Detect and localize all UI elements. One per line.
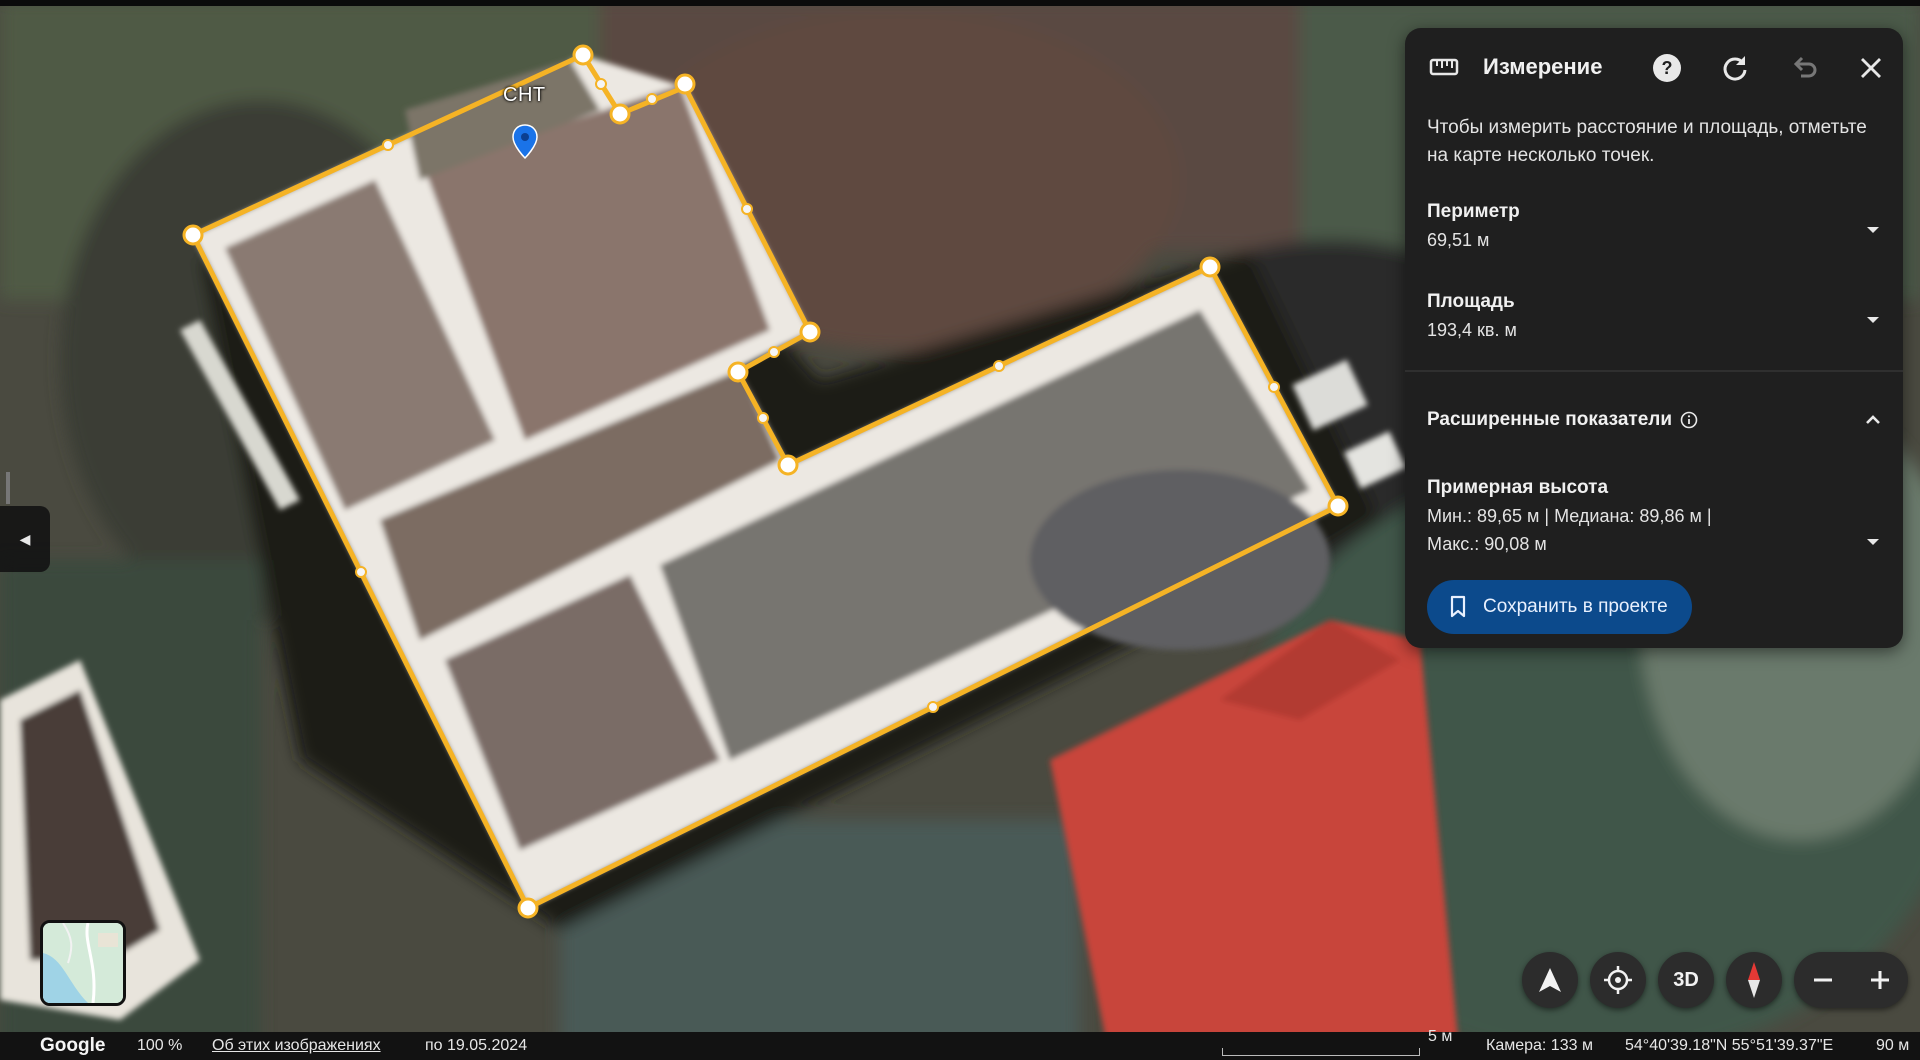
compass-icon	[1748, 962, 1760, 998]
help-icon: ?	[1653, 54, 1681, 82]
save-button-label: Сохранить в проекте	[1483, 596, 1668, 617]
plus-icon	[1870, 971, 1889, 989]
imagery-date: по 19.05.2024	[425, 1037, 528, 1054]
side-panel-toggle[interactable]: ◀	[0, 506, 50, 572]
map-viewport[interactable]: ◀ СНТ Измерение ? Чтобы измерить расстоя…	[0, 0, 1920, 1060]
perimeter-row[interactable]: Периметр 69,51 м	[1427, 198, 1883, 262]
panel-header: Измерение ?	[1405, 28, 1903, 108]
zoom-controls	[1794, 952, 1908, 1008]
refresh-icon	[1723, 56, 1747, 81]
close-icon	[1861, 58, 1881, 78]
toggle-3d-button[interactable]: 3D	[1658, 952, 1714, 1008]
top-strip	[0, 0, 1920, 6]
camera-altitude: Камера: 133 м	[1486, 1037, 1593, 1054]
ground-altitude: 90 м	[1876, 1037, 1910, 1054]
measurement-panel: Измерение ? Чтобы измерить расстояние и …	[1405, 28, 1903, 648]
locate-icon	[1604, 966, 1632, 994]
chevron-down-icon[interactable]	[1863, 532, 1883, 552]
height-values-line2: Макс.: 90,08 м	[1427, 534, 1547, 554]
chevron-up-icon[interactable]	[1863, 410, 1883, 430]
minus-icon	[1813, 978, 1832, 982]
zoom-out-button[interactable]	[1794, 952, 1851, 1008]
chevron-left-icon: ◀	[19, 530, 31, 547]
map-type-thumbnail[interactable]	[40, 920, 126, 1006]
advanced-metrics-title: Расширенные показатели	[1427, 406, 1883, 434]
height-label: Примерная высота	[1427, 477, 1609, 498]
area-value: 193,4 кв. м	[1427, 320, 1517, 340]
perimeter-value: 69,51 м	[1427, 230, 1490, 250]
chevron-down-icon[interactable]	[1863, 220, 1883, 240]
compass-button[interactable]	[1726, 952, 1782, 1008]
scale-bar	[1222, 1048, 1420, 1056]
height-values-line1: Мин.: 89,65 м | Медиана: 89,86 м |	[1427, 506, 1712, 526]
ruler-icon	[1429, 58, 1459, 76]
zoom-level: 100 %	[137, 1037, 183, 1054]
undo-button[interactable]	[1785, 50, 1821, 86]
my-location-button[interactable]	[1590, 952, 1646, 1008]
panel-title: Измерение	[1483, 54, 1603, 79]
about-imagery-link[interactable]: Об этих изображениях	[212, 1037, 381, 1055]
area-row[interactable]: Площадь 193,4 кв. м	[1427, 288, 1883, 352]
map-pin-icon[interactable]	[512, 124, 538, 160]
panel-resize-grip[interactable]	[6, 472, 10, 504]
divider	[1405, 370, 1903, 372]
help-button[interactable]: ?	[1649, 50, 1685, 86]
panel-description: Чтобы измерить расстояние и площадь, отм…	[1427, 117, 1867, 166]
perimeter-label: Периметр	[1427, 201, 1520, 222]
status-bar: Google 100 % Об этих изображениях по 19.…	[0, 1028, 1920, 1060]
advanced-metrics-row[interactable]: Расширенные показатели	[1427, 406, 1883, 446]
google-logo: Google	[40, 1035, 106, 1056]
advanced-metrics-label: Расширенные показатели	[1427, 409, 1673, 430]
navigation-arrow-icon	[1539, 968, 1561, 992]
coordinates: 54°40'39.18"N 55°51'39.37"E	[1625, 1037, 1834, 1054]
navigation-button[interactable]	[1522, 952, 1578, 1008]
place-label[interactable]: СНТ	[503, 84, 546, 107]
chevron-down-icon[interactable]	[1863, 310, 1883, 330]
bookmark-icon	[1450, 595, 1466, 618]
info-icon[interactable]	[1680, 411, 1698, 429]
close-button[interactable]	[1853, 50, 1889, 86]
area-label: Площадь	[1427, 291, 1515, 312]
map-thumbnail-image	[43, 923, 123, 1003]
svg-text:?: ?	[1662, 58, 1673, 78]
refresh-button[interactable]	[1717, 50, 1753, 86]
scale-label: 5 м	[1428, 1028, 1453, 1045]
save-to-project-button[interactable]: Сохранить в проекте	[1427, 580, 1692, 634]
zoom-in-button[interactable]	[1851, 952, 1908, 1008]
estimated-height-row[interactable]: Примерная высота Мин.: 89,65 м | Медиана…	[1427, 474, 1883, 564]
undo-icon	[1793, 56, 1817, 78]
